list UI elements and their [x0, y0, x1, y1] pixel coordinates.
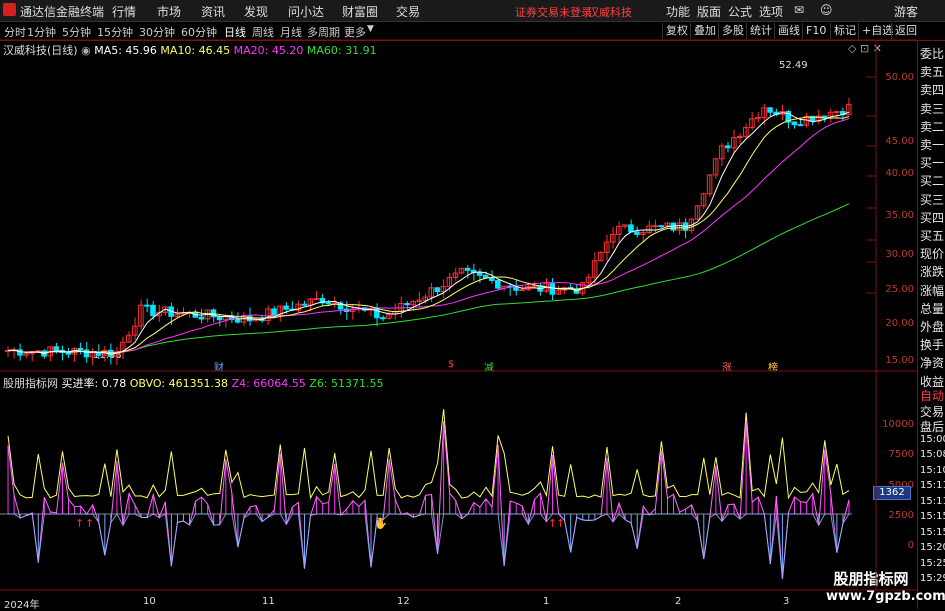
buy-arrow-icon: ↑ — [75, 517, 84, 530]
candle-body — [198, 316, 205, 320]
candle-body — [833, 111, 840, 114]
candle-body — [234, 319, 241, 323]
candle-body — [301, 303, 308, 306]
candle-body — [271, 308, 277, 316]
candle-body — [634, 231, 640, 235]
buy-arrow-icon: ↑ — [85, 517, 94, 530]
candle-body — [658, 225, 664, 228]
ma60-line — [7, 203, 850, 354]
candle-body — [489, 277, 495, 281]
candle-body — [797, 124, 804, 127]
z4-line — [7, 420, 850, 580]
candle-body — [476, 272, 483, 276]
candle-body — [65, 352, 72, 355]
candle-body — [404, 303, 410, 306]
hand-pointer-icon: ✋ — [374, 517, 388, 530]
candle-body — [17, 349, 23, 356]
z6-line — [8, 513, 850, 580]
candle-body — [53, 346, 59, 351]
candle-body — [380, 317, 386, 320]
stock-chart[interactable]: ↑ ↑ ↑↑✋ — [0, 0, 945, 609]
candle-body — [77, 347, 84, 351]
candle-body — [628, 224, 634, 233]
candle-body — [144, 304, 150, 307]
candle-body — [767, 107, 773, 113]
candle-body — [724, 145, 731, 149]
candle-body — [791, 121, 798, 126]
candle-body — [495, 279, 501, 289]
candle-body — [434, 287, 441, 293]
obvo-line — [7, 409, 850, 500]
candle-body — [531, 285, 537, 288]
candle-body — [150, 304, 156, 317]
candle-body — [652, 225, 658, 228]
candle-body — [216, 316, 223, 321]
candle-body — [519, 289, 525, 292]
candle-body — [83, 349, 90, 358]
candle-body — [513, 286, 519, 291]
candle-body — [283, 305, 289, 310]
candle-body — [464, 267, 471, 271]
candle-body — [313, 298, 320, 301]
buy-arrow-icon: ↑ — [556, 517, 565, 530]
candle-body — [325, 302, 332, 305]
